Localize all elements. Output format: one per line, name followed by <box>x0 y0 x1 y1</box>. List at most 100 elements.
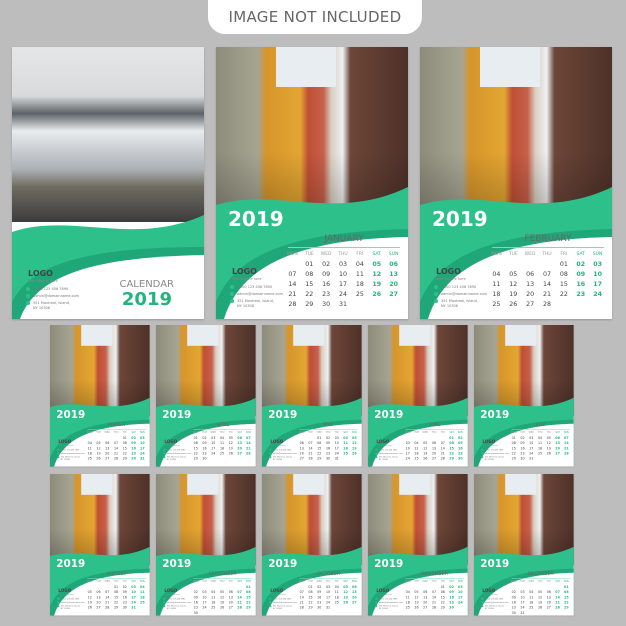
month-divider <box>193 429 252 430</box>
day-cell: 04 <box>529 590 534 595</box>
location-pin-icon <box>269 605 272 608</box>
month-divider <box>405 429 464 430</box>
logo: LOGO <box>164 439 178 445</box>
day-cell: 19 <box>352 446 357 451</box>
day-cell: 08 <box>308 590 313 595</box>
email-text: admin@domainname.com <box>484 601 509 604</box>
day-cell: 05 <box>546 436 551 440</box>
day-cell: 08 <box>564 590 569 595</box>
day-cell: 26 <box>219 606 225 610</box>
day-cell: 13 <box>431 446 437 451</box>
weekday-header: FRI <box>356 252 364 257</box>
logo-tagline: Your tagline here <box>58 444 74 447</box>
day-cell: 13 <box>96 595 101 600</box>
weekday-header: MON <box>298 431 305 435</box>
weekday-header: FRI <box>546 580 551 584</box>
phone-icon <box>269 448 272 451</box>
day-cell: 17 <box>520 600 525 605</box>
contact-address-2: NY 10308 <box>273 459 282 461</box>
logo: LOGO <box>270 439 284 445</box>
day-cell: 14 <box>113 446 119 451</box>
weekday-header: TUE <box>202 431 207 435</box>
month-title: MARCH <box>108 422 126 428</box>
address-line-2: NY 10308 <box>166 607 176 610</box>
weekday-header: MON <box>192 431 199 435</box>
day-cell: 11 <box>414 446 419 451</box>
day-cell: 26 <box>228 451 233 456</box>
day-cell: 03 <box>338 261 347 268</box>
day-cell: 24 <box>202 606 207 610</box>
day-cell: 05 <box>228 436 233 440</box>
email-text: admin@domainname.com <box>60 601 85 604</box>
day-cell: 28 <box>113 457 119 461</box>
day-cell: 06 <box>352 585 357 589</box>
day-cell: 15 <box>564 595 569 600</box>
empty-cell <box>94 436 103 440</box>
day-cell: 22 <box>308 600 313 605</box>
weekday-header: TUE <box>520 431 525 435</box>
day-cell: 25 <box>211 606 216 610</box>
weekday-header: TUE <box>96 431 101 435</box>
day-cell: 12 <box>414 595 419 600</box>
month-divider <box>299 578 358 579</box>
email-icon <box>375 601 378 604</box>
day-cell: 30 <box>322 301 331 308</box>
day-cell: 04 <box>219 436 225 440</box>
month-divider <box>288 247 400 248</box>
day-cell: 28 <box>288 301 297 308</box>
day-cell: 12 <box>219 595 225 600</box>
weekday-header: MON <box>510 431 517 435</box>
month-divider <box>299 429 358 430</box>
day-cell: 03 <box>325 585 331 589</box>
weekday-header: MON <box>192 580 199 584</box>
day-cell: 31 <box>325 606 331 610</box>
empty-cell <box>544 585 553 589</box>
day-cell: 19 <box>96 451 101 456</box>
day-cell: 19 <box>509 291 518 298</box>
day-cell: 23 <box>576 291 586 298</box>
day-cell: 06 <box>96 590 101 595</box>
day-cell: 29 <box>305 301 314 308</box>
day-cell: 07 <box>431 590 437 595</box>
empty-cell <box>94 585 103 589</box>
logo: LOGO <box>482 439 496 445</box>
day-cell: 10 <box>338 271 347 278</box>
phone-text: +000 123 456 7890 <box>272 597 292 600</box>
day-cell: 08 <box>193 441 198 446</box>
day-cell: 05 <box>343 585 348 589</box>
contact-phone: +000 123 456 7890 <box>375 597 397 600</box>
day-cell: 10 <box>202 595 207 600</box>
email-text: admin@domainname.com <box>237 292 284 296</box>
month-divider <box>193 578 252 579</box>
weekday-header: TUE <box>304 252 314 257</box>
day-cell: 24 <box>520 606 525 610</box>
day-cell: 28 <box>431 606 437 610</box>
day-cell: 01 <box>440 585 445 589</box>
location-pin-icon <box>434 299 438 303</box>
day-cell: 08 <box>113 590 119 595</box>
weekday-header: THU <box>325 580 331 584</box>
day-cell: 05 <box>96 441 101 446</box>
day-cell: 30 <box>122 606 127 610</box>
contact-phone: +000 123 456 7890 <box>26 287 68 291</box>
day-cell: 25 <box>355 291 364 298</box>
month-divider <box>511 429 570 430</box>
day-cell: 15 <box>511 446 516 451</box>
weekday-header: WED <box>104 580 111 584</box>
day-cell: 04 <box>140 585 145 589</box>
weekday-header: SAT <box>555 431 560 435</box>
calendar-page-august: 2019 AUGUST LOGO Your tagline here +000 123 … <box>50 474 150 616</box>
day-cell: 23 <box>458 451 463 456</box>
email-text: admin@domainname.com <box>378 601 403 604</box>
day-cell: 22 <box>193 451 198 456</box>
day-cell: 03 <box>405 441 410 446</box>
day-cell: 25 <box>334 600 339 605</box>
day-cell: 20 <box>389 281 398 288</box>
address-line-2: NY 10308 <box>60 458 70 461</box>
location-pin-icon <box>481 605 484 608</box>
day-cell: 11 <box>140 590 145 595</box>
logo-tagline: Your tagline here <box>376 593 392 596</box>
day-cell: 07 <box>555 590 560 595</box>
contact-phone: +000 123 456 7890 <box>163 597 185 600</box>
empty-cell <box>85 436 94 440</box>
